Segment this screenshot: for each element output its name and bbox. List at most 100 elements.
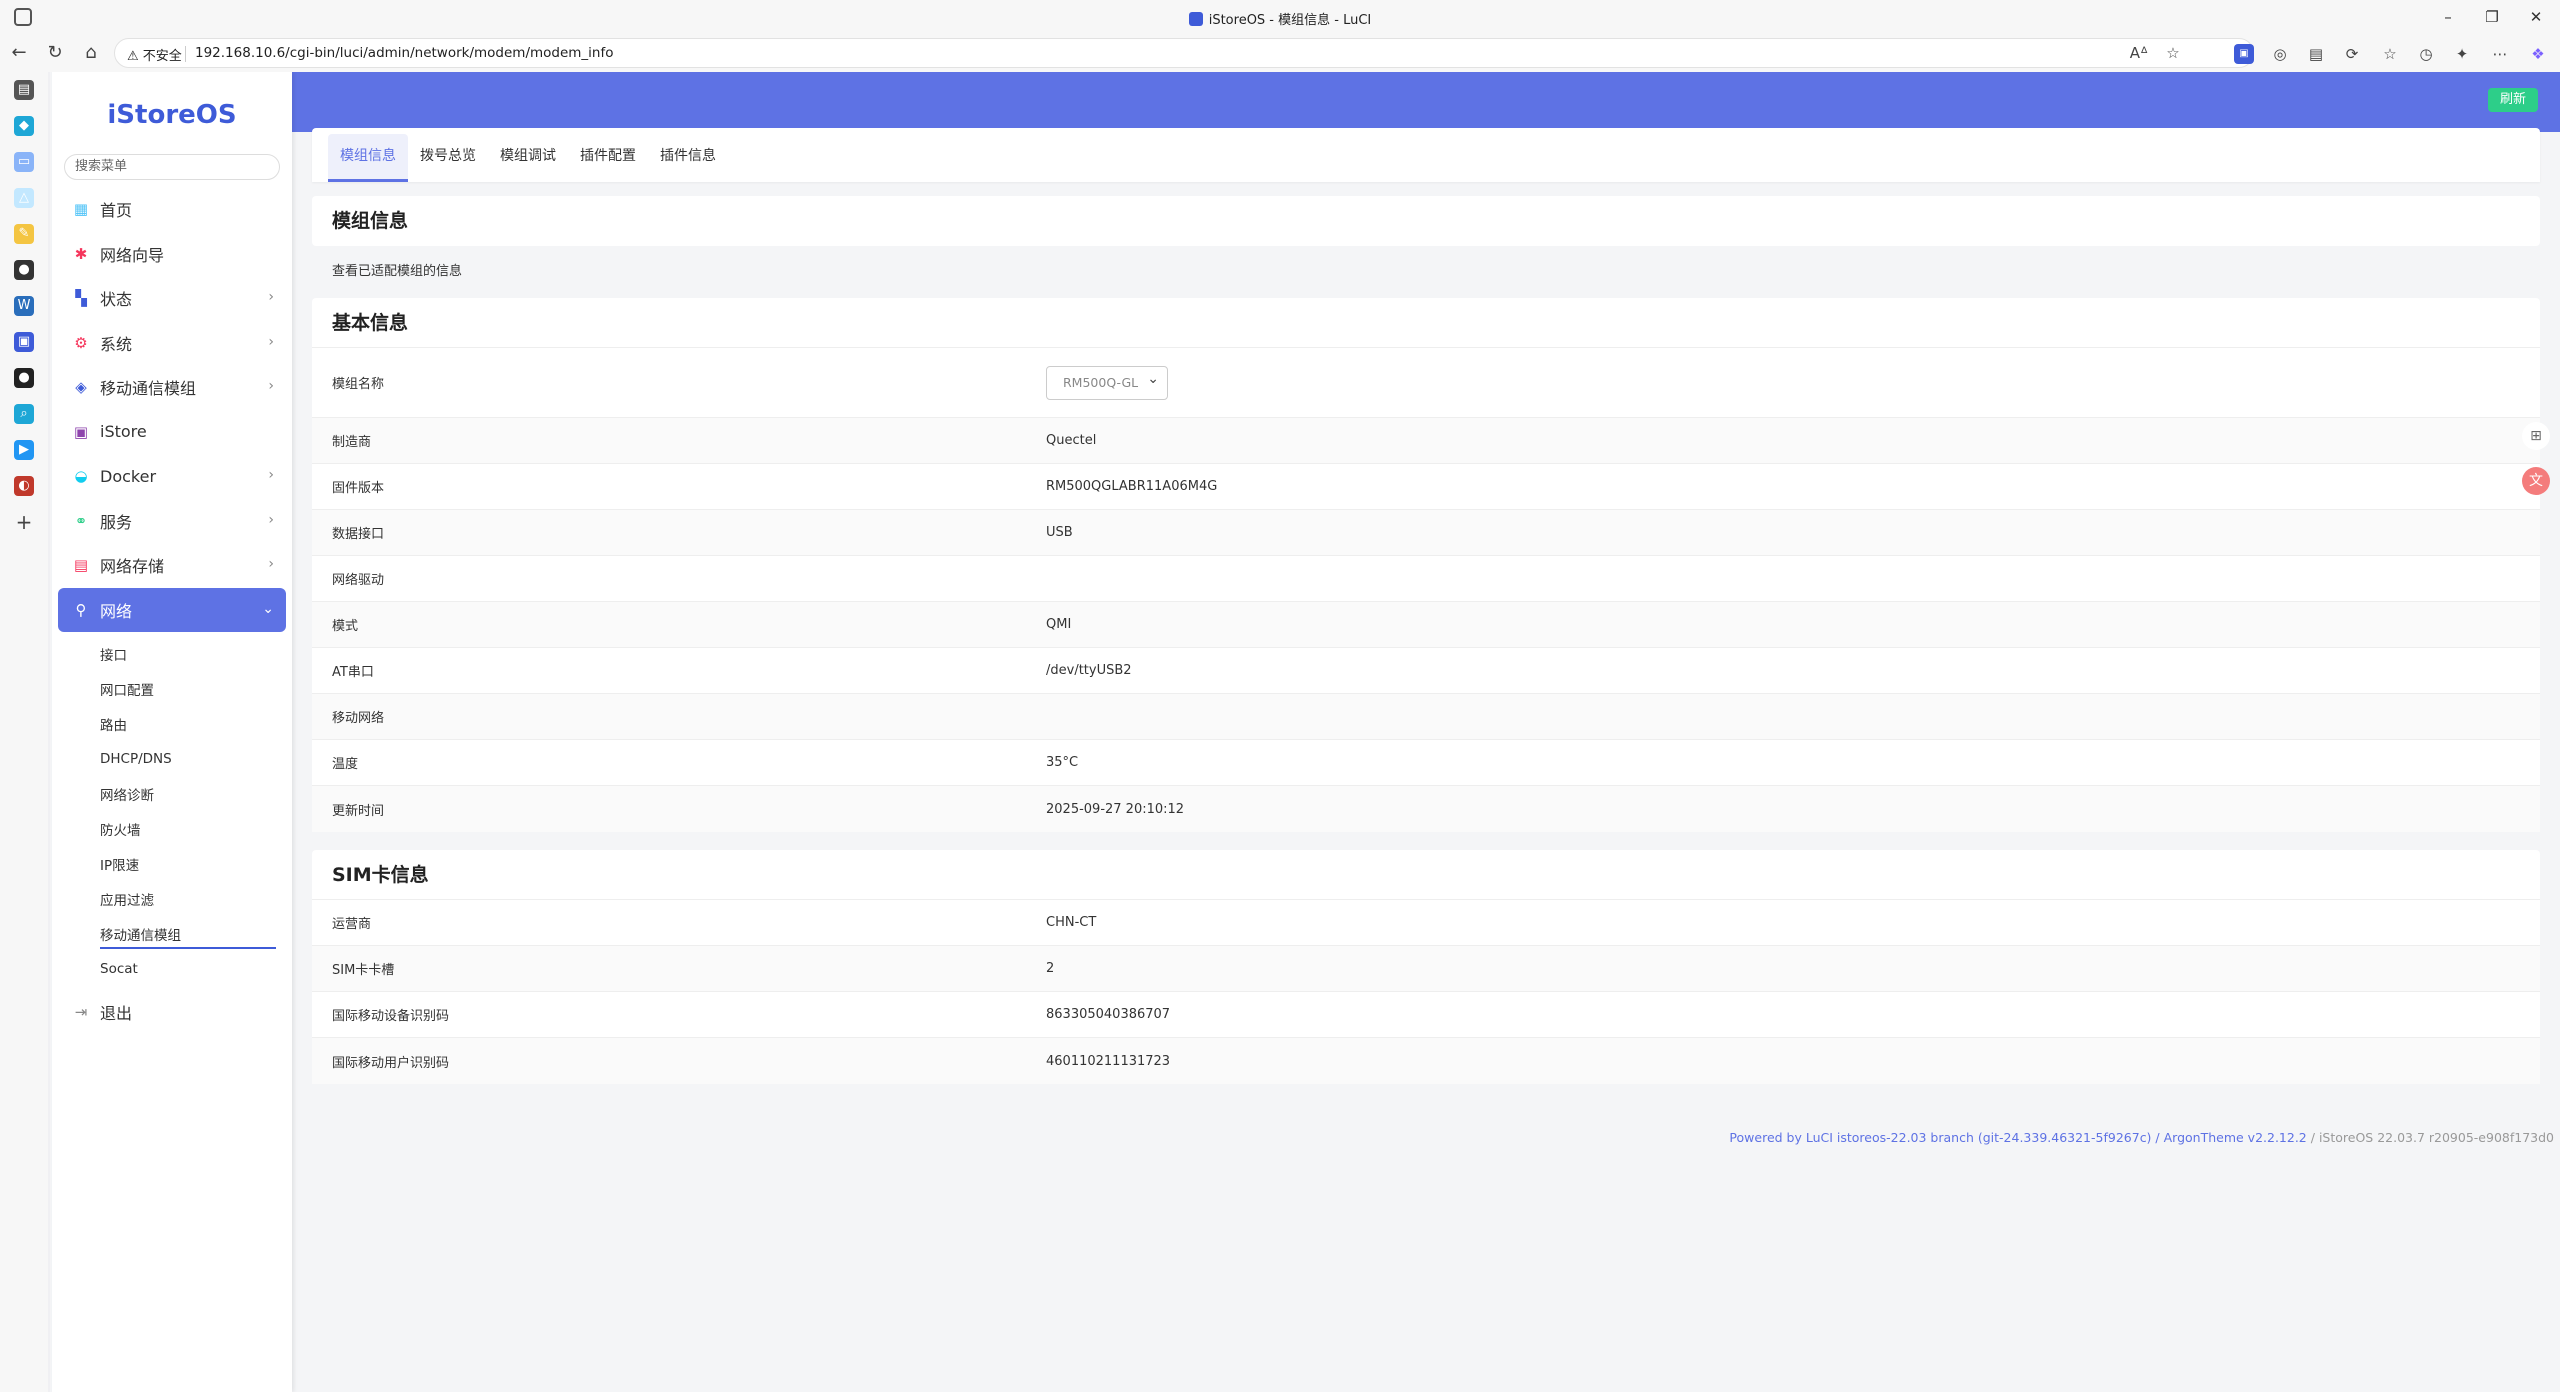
app-icon[interactable]: ▶ [14, 440, 34, 460]
row-value: 2025-09-27 20:10:12 [1046, 801, 1185, 817]
row-value: RM500Q-GL [1046, 363, 2540, 400]
bag-icon: ▣ [73, 422, 89, 441]
close-window-button[interactable]: ✕ [2518, 4, 2554, 30]
table-row: 国际移动用户识别码 460110211131723 [312, 1038, 2540, 1084]
app-icon[interactable]: ● [14, 260, 34, 280]
extension-icon[interactable]: ◎ [2270, 44, 2290, 64]
chevron-right-icon: › [268, 511, 274, 528]
table-row: 固件版本 RM500QGLABR11A06M4G [312, 464, 2540, 510]
submenu-item-firewall[interactable]: 防火墙 [100, 811, 286, 846]
refresh-button[interactable]: 刷新 [2487, 88, 2538, 112]
menu-item-home[interactable]: ▦ 首页 [58, 187, 286, 232]
menu-item-system[interactable]: ⚙ 系统 › [58, 321, 286, 366]
section-title: 基本信息 [312, 298, 2540, 348]
tabs-icon[interactable]: ▤ [14, 80, 34, 100]
row-value: Quectel [1046, 433, 1097, 448]
menu-item-network[interactable]: ⚲ 网络 ⌄ [58, 587, 286, 632]
qr-tool-icon[interactable]: ⊞ [2522, 422, 2550, 450]
divider [185, 46, 186, 62]
submenu-item-routes[interactable]: 路由 [100, 706, 286, 741]
extension-icon[interactable]: ✦ [2452, 44, 2472, 64]
footer-version: iStoreOS 22.03.7 r20905-e908f173d0 [2318, 1130, 2554, 1145]
copilot-icon[interactable]: ❖ [2528, 44, 2548, 64]
app-icon[interactable]: △ [14, 188, 34, 208]
url-text[interactable]: 192.168.10.6/cgi-bin/luci/admin/network/… [195, 45, 614, 61]
menu-item-wizard[interactable]: ✱ 网络向导 [58, 232, 286, 277]
submenu-item-ip-limit[interactable]: IP限速 [100, 846, 286, 881]
chevron-right-icon: › [268, 378, 274, 394]
row-label: 更新时间 [332, 803, 385, 819]
history-icon[interactable]: ◷ [2416, 44, 2436, 64]
logout-icon: ⇥ [74, 1003, 88, 1022]
address-bar[interactable]: ⚠ 不安全 192.168.10.6/cgi-bin/luci/admin/ne… [114, 38, 2254, 68]
wizard-icon: ✱ [74, 244, 88, 263]
submenu-item-interfaces[interactable]: 接口 [100, 636, 286, 671]
footer-powered-link[interactable]: Powered by LuCI istoreos-22.03 branch (g… [1729, 1130, 2151, 1145]
row-label: 制造商 [332, 435, 372, 450]
storage-icon: ▤ [73, 556, 89, 575]
row-value: 460110211131723 [1046, 1053, 1171, 1069]
row-label: 数据接口 [332, 527, 385, 542]
submenu-item-socat[interactable]: Socat [100, 951, 286, 986]
back-icon[interactable]: ← [8, 42, 30, 64]
tab-plugin-config[interactable]: 插件配置 [568, 134, 648, 182]
chevron-right-icon: › [268, 556, 274, 572]
extension-icon[interactable]: ⟳ [2342, 44, 2362, 64]
row-label: 国际移动设备识别码 [332, 1009, 450, 1024]
translate-icon[interactable]: 文 [2522, 467, 2550, 495]
footer-theme-link[interactable]: ArgonTheme v2.2.12.2 [2164, 1130, 2307, 1145]
submenu-item-app-filter[interactable]: 应用过滤 [100, 881, 286, 916]
favorite-star-icon[interactable]: ☆ [2163, 43, 2183, 63]
header-banner: 刷新 [290, 72, 2560, 132]
extension-icon[interactable]: ▤ [2306, 44, 2326, 64]
istoreos-logo[interactable]: iStoreOS [52, 100, 292, 130]
submenu-item-dhcp-dns[interactable]: DHCP/DNS [100, 741, 286, 776]
security-warning[interactable]: ⚠ 不安全 [127, 45, 182, 64]
row-label: 固件版本 [332, 481, 385, 496]
row-label: AT串口 [332, 665, 374, 680]
submenu-item-modem[interactable]: 移动通信模组 [100, 916, 286, 951]
menu-item-modem[interactable]: ◈ 移动通信模组 › [58, 365, 286, 410]
more-icon[interactable]: ⋯ [2490, 44, 2510, 64]
row-label: 国际移动用户识别码 [332, 1055, 450, 1071]
tab-module-debug[interactable]: 模组调试 [488, 134, 568, 182]
app-icon[interactable]: ◆ [14, 116, 34, 136]
tab-plugin-info[interactable]: 插件信息 [648, 134, 728, 182]
chevron-right-icon: › [268, 289, 274, 305]
module-select[interactable]: RM500Q-GL [1046, 363, 1168, 400]
home-browser-icon[interactable]: ⌂ [80, 42, 102, 64]
wordpress-icon[interactable]: W [14, 296, 34, 316]
extension-icon[interactable]: ▣ [2234, 44, 2254, 64]
restore-button[interactable]: ❐ [2474, 4, 2510, 30]
menu-item-docker[interactable]: ◒ Docker › [58, 454, 286, 499]
reload-icon[interactable]: ↻ [44, 42, 66, 64]
submenu-item-port-config[interactable]: 网口配置 [100, 671, 286, 706]
menu-item-logout[interactable]: ⇥ 退出 [58, 990, 286, 1035]
page-footer: Powered by LuCI istoreos-22.03 branch (g… [1729, 1130, 2554, 1145]
minimize-button[interactable]: – [2430, 4, 2466, 30]
search-app-icon[interactable]: ⌕ [14, 404, 34, 424]
read-aloud-icon[interactable]: Aᐞ [2129, 43, 2149, 63]
submenu-item-diagnostics[interactable]: 网络诊断 [100, 776, 286, 811]
network-submenu: 接口 网口配置 路由 DHCP/DNS 网络诊断 防火墙 IP限速 应用过滤 移… [58, 632, 286, 986]
tab-module-info[interactable]: 模组信息 [328, 134, 408, 182]
row-value: CHN-CT [1046, 915, 1097, 930]
menu-item-istore[interactable]: ▣ iStore [58, 410, 286, 455]
add-app-icon[interactable]: + [14, 512, 34, 532]
menu-search-input[interactable]: 搜索菜单 [64, 154, 280, 180]
app-icon[interactable]: ✎ [14, 224, 34, 244]
app-icon[interactable]: ▭ [14, 152, 34, 172]
sim-info-card: SIM卡信息 运营商 CHN-CT SIM卡卡槽 2 国际移动设备识别码 863305… [312, 850, 2540, 1084]
collections-icon[interactable]: ☆ [2380, 44, 2400, 64]
menu-item-status[interactable]: ▚ 状态 › [58, 276, 286, 321]
chevron-right-icon: › [268, 467, 274, 483]
app-icon[interactable]: ▣ [14, 332, 34, 352]
table-row: 更新时间 2025-09-27 20:10:12 [312, 786, 2540, 832]
tab-dial-overview[interactable]: 拨号总览 [408, 134, 488, 182]
app-icon[interactable]: ◐ [14, 476, 34, 496]
menu-item-services[interactable]: ⚭ 服务 › [58, 499, 286, 544]
app-icon[interactable]: ● [14, 368, 34, 388]
module-card: 模组信息 [312, 196, 2540, 246]
menu-item-storage[interactable]: ▤ 网络存储 › [58, 543, 286, 588]
favicon-icon [1188, 12, 1203, 26]
